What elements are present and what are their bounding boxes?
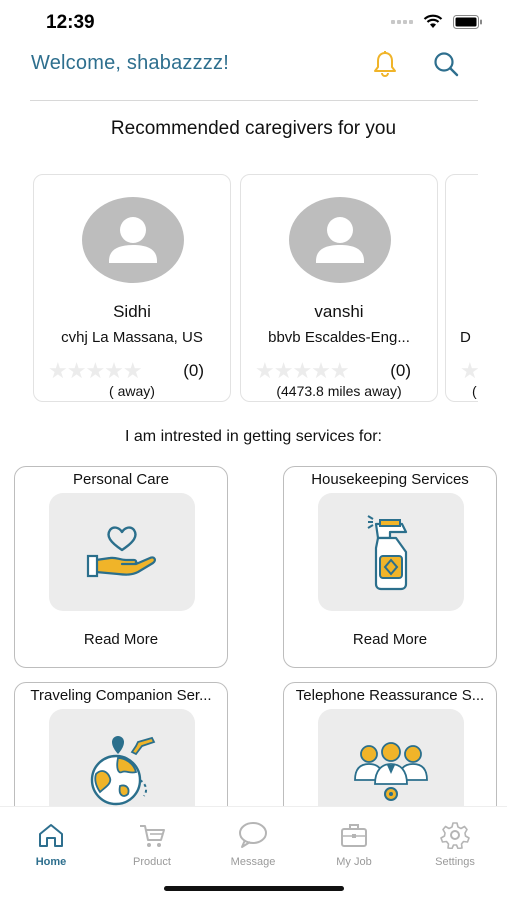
nav-item-settings[interactable]: Settings (420, 821, 490, 868)
nav-label: Home (35, 856, 67, 868)
services-intro: I am intrested in getting services for: (125, 428, 382, 445)
nav-item-message[interactable]: Message (218, 821, 288, 868)
home-indicator[interactable] (164, 886, 344, 891)
caregiver-card[interactable]: Sidhi cvhj La Massana, US ★★★★★ (0) ( aw… (33, 174, 231, 402)
service-title: Personal Care (73, 471, 169, 488)
caregiver-card[interactable]: vanshi bbvb Escaldes-Eng... ★★★★★ (0) (4… (240, 174, 438, 402)
signal-icon (391, 19, 413, 24)
home-icon (39, 824, 63, 847)
service-title: Telephone Reassurance S... (295, 687, 485, 704)
welcome-text: Welcome, shabazzzz! (31, 52, 229, 74)
caregiver-distance: ( away) (109, 383, 155, 399)
star-rating-icon: ★★★★★ (48, 358, 143, 383)
nav-label: Settings (435, 856, 475, 868)
wifi-icon (423, 14, 443, 28)
spray-bottle-icon (367, 515, 408, 591)
person-icon (316, 217, 364, 263)
globe-plane-icon (90, 736, 156, 806)
person-icon (109, 217, 157, 263)
chat-icon (239, 822, 267, 848)
header-divider (30, 100, 478, 101)
search-button[interactable] (430, 48, 462, 80)
cart-icon (140, 825, 165, 847)
notification-button[interactable] (369, 48, 401, 80)
heart-hand-icon (86, 526, 156, 578)
service-image (49, 493, 195, 611)
caregiver-name: vanshi (314, 302, 364, 321)
caregiver-name: Sidhi (113, 302, 151, 321)
service-title: Traveling Companion Ser... (30, 687, 212, 704)
nav-item-home[interactable]: Home (16, 821, 86, 868)
nav-label: Message (230, 856, 276, 868)
caregiver-location: cvhj La Massana, US (61, 329, 203, 346)
search-icon (434, 52, 459, 77)
rating-count: (0) (183, 361, 204, 380)
star-rating-icon: ★★★★★ (255, 358, 350, 383)
recommended-title: Recommended caregivers for you (110, 118, 397, 139)
rating-count: (0) (390, 361, 411, 380)
caregiver-carousel[interactable]: Sidhi cvhj La Massana, US ★★★★★ (0) ( aw… (32, 174, 478, 404)
service-image (318, 493, 464, 611)
read-more-link[interactable]: Read More (15, 631, 227, 648)
caregiver-distance: ( (472, 383, 477, 399)
status-time: 12:39 (46, 12, 95, 33)
service-card-housekeeping[interactable]: Housekeeping Services Read More (283, 466, 497, 668)
caregiver-rating: ★★★★★ (0) (48, 358, 220, 384)
service-title: Housekeeping Services (311, 471, 469, 488)
caregiver-location: D (460, 329, 471, 346)
avatar (82, 197, 184, 283)
caregiver-rating: ★★★★★ (0) (255, 358, 427, 384)
gear-icon (440, 822, 470, 850)
battery-icon (453, 14, 482, 29)
people-group-icon (354, 742, 428, 801)
nav-label: Product (133, 856, 171, 868)
briefcase-icon (341, 824, 367, 847)
avatar (289, 197, 391, 283)
nav-item-product[interactable]: Product (117, 821, 187, 868)
nav-label: My Job (336, 856, 372, 868)
bell-icon (374, 51, 396, 77)
status-icons (391, 14, 483, 29)
service-card-personal-care[interactable]: Personal Care Read More (14, 466, 228, 668)
nav-item-my-job[interactable]: My Job (319, 821, 389, 868)
caregiver-distance: (4473.8 miles away) (276, 383, 402, 399)
caregiver-rating: ★★★★★ (460, 358, 478, 384)
caregiver-card[interactable]: D ★★★★★ ( (445, 174, 478, 402)
read-more-link[interactable]: Read More (284, 631, 496, 648)
caregiver-location: bbvb Escaldes-Eng... (268, 329, 410, 346)
star-rating-icon: ★★★★★ (460, 358, 478, 383)
